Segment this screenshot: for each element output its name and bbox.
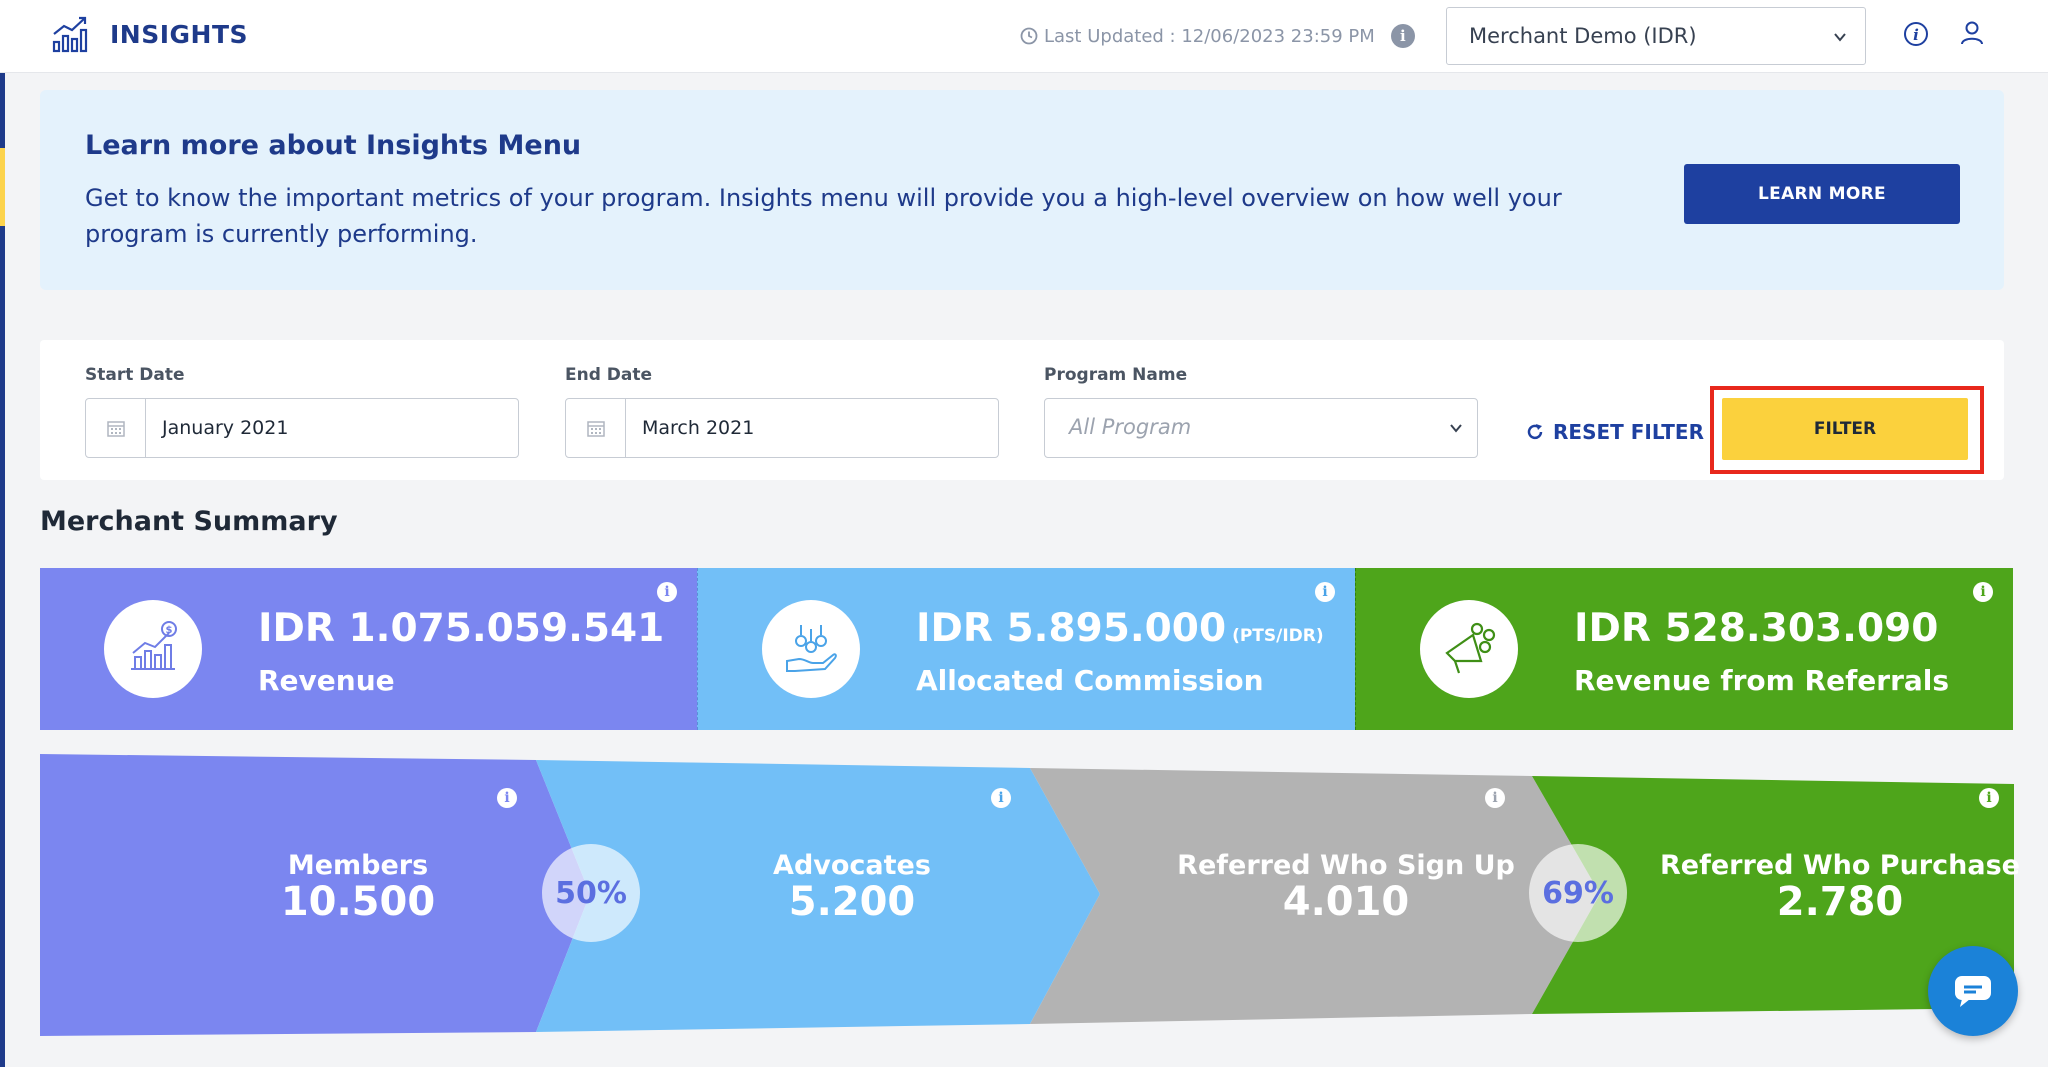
learn-more-button[interactable]: LEARN MORE [1684, 164, 1960, 224]
merchant-select-value: Merchant Demo (IDR) [1469, 24, 1697, 48]
start-date-label: Start Date [85, 365, 185, 385]
left-sidebar-accent [0, 148, 5, 226]
top-bar: INSIGHTS Last Updated : 12/06/2023 23:59… [0, 0, 2048, 73]
signup-stage: Referred Who Sign Up 4.010 [1116, 850, 1576, 925]
info-icon[interactable]: i [497, 788, 517, 808]
revenue-chart-icon: $ [104, 600, 202, 698]
members-label: Members [287, 850, 429, 881]
banner-title: Learn more about Insights Menu [85, 130, 582, 161]
info-icon[interactable]: i [1485, 788, 1505, 808]
insights-info-banner: Learn more about Insights Menu Get to kn… [40, 90, 2004, 290]
info-icon[interactable]: i [657, 582, 677, 602]
signup-value: 4.010 [1282, 879, 1410, 925]
insights-chart-icon [52, 16, 88, 53]
program-name-placeholder: All Program [1069, 415, 1192, 439]
filter-card: Start Date January 2021 End Date March 2… [40, 340, 2004, 480]
chat-icon [1955, 976, 1991, 1007]
calendar-icon [566, 399, 626, 457]
last-updated-text: Last Updated : 12/06/2023 23:59 PM [1044, 25, 1375, 47]
reset-filter-label: RESET FILTER [1553, 420, 1704, 444]
advocates-value: 5.200 [788, 879, 916, 925]
commission-amount: IDR 5.895.000 (PTS/IDR) [916, 606, 1324, 651]
last-updated: Last Updated : 12/06/2023 23:59 PM i [1020, 24, 1415, 48]
program-name-label: Program Name [1044, 365, 1188, 385]
revenue-amount: IDR 1.075.059.541 [258, 606, 665, 651]
merchant-select[interactable]: Merchant Demo (IDR) [1446, 7, 1866, 65]
conversion-rate-badge: 69% [1529, 844, 1627, 942]
advocates-stage: Advocates 5.200 [622, 850, 1082, 925]
svg-text:$: $ [166, 625, 173, 636]
referral-revenue-amount: IDR 528.303.090 [1574, 606, 1939, 651]
chat-support-button[interactable] [1928, 946, 2018, 1036]
user-icon[interactable] [1958, 19, 1986, 47]
revenue-from-referrals-card: IDR 528.303.090 Revenue from Referrals i [1355, 568, 2013, 730]
clock-icon [1020, 27, 1038, 45]
start-date-field[interactable]: January 2021 [85, 398, 519, 458]
conversion-funnel: Members 10.500 Advocates 5.200 Referred … [40, 754, 2020, 1038]
info-icon[interactable]: i [1390, 24, 1415, 48]
refresh-icon [1527, 424, 1543, 440]
commission-unit: (PTS/IDR) [1232, 626, 1324, 646]
calendar-icon [86, 399, 146, 457]
info-icon[interactable]: i [1315, 582, 1335, 602]
purchase-label: Referred Who Purchase [1660, 850, 2020, 881]
program-name-select[interactable]: All Program [1044, 398, 1478, 458]
info-icon[interactable]: i [1979, 788, 1999, 808]
revenue-label: Revenue [258, 664, 395, 697]
chevron-down-icon [1450, 424, 1462, 433]
chevron-down-icon [1834, 33, 1846, 42]
banner-text: Get to know the important metrics of you… [85, 184, 1562, 248]
info-icon[interactable]: i [991, 788, 1011, 808]
svg-text:i: i [1913, 26, 1919, 44]
help-info-icon[interactable]: i [1903, 21, 1929, 47]
signup-label: Referred Who Sign Up [1177, 850, 1515, 881]
conversion-rate-badge: 50% [542, 844, 640, 942]
end-date-value: March 2021 [642, 417, 755, 439]
megaphone-icon [1420, 600, 1518, 698]
advocates-label: Advocates [773, 850, 931, 881]
app-title: INSIGHTS [110, 20, 249, 49]
purchase-stage: Referred Who Purchase 2.780 [1610, 850, 2048, 925]
end-date-field[interactable]: March 2021 [565, 398, 999, 458]
commission-label: Allocated Commission [916, 664, 1264, 697]
allocated-commission-card: IDR 5.895.000 (PTS/IDR) Allocated Commiss… [697, 568, 1355, 730]
purchase-value: 2.780 [1776, 879, 1904, 925]
referral-revenue-label: Revenue from Referrals [1574, 664, 1950, 697]
revenue-card: $ IDR 1.075.059.541 Revenue i [40, 568, 697, 730]
reset-filter-button[interactable]: RESET FILTER [1525, 420, 1704, 444]
members-stage: Members 10.500 [128, 850, 588, 925]
info-icon[interactable]: i [1973, 582, 1993, 602]
start-date-value: January 2021 [162, 417, 289, 439]
commission-hand-icon [762, 600, 860, 698]
end-date-label: End Date [565, 365, 653, 385]
merchant-summary-title: Merchant Summary [40, 506, 338, 537]
commission-amount-value: IDR 5.895.000 [916, 606, 1227, 651]
filter-button[interactable]: FILTER [1722, 398, 1968, 460]
members-value: 10.500 [280, 879, 436, 925]
